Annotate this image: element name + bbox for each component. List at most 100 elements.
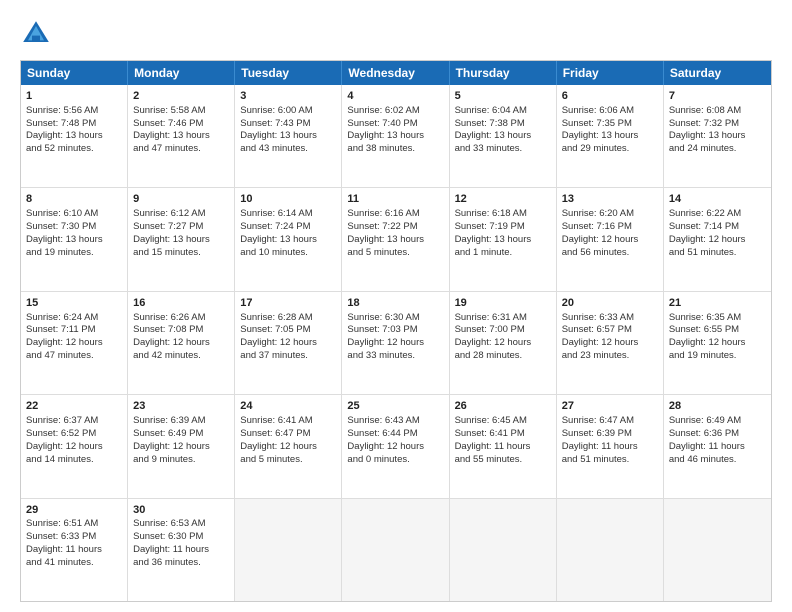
day-info-line: Sunset: 7:38 PM: [455, 118, 551, 131]
day-info-line: Sunrise: 6:39 AM: [133, 415, 229, 428]
day-info-line: and 33 minutes.: [347, 350, 443, 363]
day-3: 3Sunrise: 6:00 AMSunset: 7:43 PMDaylight…: [235, 85, 342, 187]
day-info-line: Sunrise: 5:58 AM: [133, 105, 229, 118]
calendar: SundayMondayTuesdayWednesdayThursdayFrid…: [20, 60, 772, 602]
day-number: 24: [240, 399, 336, 414]
day-number: 16: [133, 296, 229, 311]
day-info-line: Sunset: 7:05 PM: [240, 324, 336, 337]
day-14: 14Sunrise: 6:22 AMSunset: 7:14 PMDayligh…: [664, 188, 771, 290]
day-info-line: Sunset: 6:30 PM: [133, 531, 229, 544]
day-info-line: Sunset: 7:24 PM: [240, 221, 336, 234]
day-29: 29Sunrise: 6:51 AMSunset: 6:33 PMDayligh…: [21, 499, 128, 601]
day-info-line: and 23 minutes.: [562, 350, 658, 363]
day-info-line: Sunset: 7:48 PM: [26, 118, 122, 131]
day-info-line: Sunrise: 6:18 AM: [455, 208, 551, 221]
day-number: 8: [26, 192, 122, 207]
day-info-line: Sunrise: 6:51 AM: [26, 518, 122, 531]
day-number: 15: [26, 296, 122, 311]
day-info-line: Sunrise: 6:30 AM: [347, 312, 443, 325]
day-info-line: Sunset: 6:47 PM: [240, 428, 336, 441]
day-info-line: Sunset: 6:41 PM: [455, 428, 551, 441]
day-number: 21: [669, 296, 766, 311]
day-info-line: Daylight: 11 hours: [455, 441, 551, 454]
day-23: 23Sunrise: 6:39 AMSunset: 6:49 PMDayligh…: [128, 395, 235, 497]
day-info-line: Daylight: 12 hours: [562, 234, 658, 247]
day-info-line: Sunrise: 6:00 AM: [240, 105, 336, 118]
day-18: 18Sunrise: 6:30 AMSunset: 7:03 PMDayligh…: [342, 292, 449, 394]
day-13: 13Sunrise: 6:20 AMSunset: 7:16 PMDayligh…: [557, 188, 664, 290]
day-7: 7Sunrise: 6:08 AMSunset: 7:32 PMDaylight…: [664, 85, 771, 187]
day-info-line: and 38 minutes.: [347, 143, 443, 156]
header-day-monday: Monday: [128, 61, 235, 85]
day-2: 2Sunrise: 5:58 AMSunset: 7:46 PMDaylight…: [128, 85, 235, 187]
day-info-line: Sunset: 6:44 PM: [347, 428, 443, 441]
day-info-line: and 51 minutes.: [562, 454, 658, 467]
day-19: 19Sunrise: 6:31 AMSunset: 7:00 PMDayligh…: [450, 292, 557, 394]
day-20: 20Sunrise: 6:33 AMSunset: 6:57 PMDayligh…: [557, 292, 664, 394]
day-info-line: Sunset: 6:39 PM: [562, 428, 658, 441]
day-info-line: Sunset: 7:35 PM: [562, 118, 658, 131]
day-27: 27Sunrise: 6:47 AMSunset: 6:39 PMDayligh…: [557, 395, 664, 497]
day-info-line: Daylight: 12 hours: [133, 337, 229, 350]
day-number: 26: [455, 399, 551, 414]
day-number: 14: [669, 192, 766, 207]
header-day-friday: Friday: [557, 61, 664, 85]
day-info-line: Sunrise: 6:12 AM: [133, 208, 229, 221]
calendar-header: SundayMondayTuesdayWednesdayThursdayFrid…: [21, 61, 771, 85]
day-info-line: Daylight: 11 hours: [562, 441, 658, 454]
day-number: 27: [562, 399, 658, 414]
day-info-line: Sunrise: 6:26 AM: [133, 312, 229, 325]
page: SundayMondayTuesdayWednesdayThursdayFrid…: [0, 0, 792, 612]
day-info-line: Daylight: 12 hours: [240, 337, 336, 350]
day-info-line: and 55 minutes.: [455, 454, 551, 467]
day-info-line: Sunset: 7:00 PM: [455, 324, 551, 337]
day-22: 22Sunrise: 6:37 AMSunset: 6:52 PMDayligh…: [21, 395, 128, 497]
day-number: 4: [347, 89, 443, 104]
day-number: 10: [240, 192, 336, 207]
day-info-line: Sunset: 6:55 PM: [669, 324, 766, 337]
day-info-line: and 51 minutes.: [669, 247, 766, 260]
day-25: 25Sunrise: 6:43 AMSunset: 6:44 PMDayligh…: [342, 395, 449, 497]
day-info-line: Sunrise: 6:43 AM: [347, 415, 443, 428]
day-info-line: and 29 minutes.: [562, 143, 658, 156]
day-info-line: Sunrise: 6:06 AM: [562, 105, 658, 118]
day-info-line: Daylight: 11 hours: [133, 544, 229, 557]
day-info-line: Sunrise: 6:20 AM: [562, 208, 658, 221]
day-info-line: Daylight: 11 hours: [669, 441, 766, 454]
day-info-line: Sunrise: 6:22 AM: [669, 208, 766, 221]
day-info-line: and 15 minutes.: [133, 247, 229, 260]
day-info-line: Daylight: 12 hours: [669, 337, 766, 350]
day-17: 17Sunrise: 6:28 AMSunset: 7:05 PMDayligh…: [235, 292, 342, 394]
day-info-line: and 19 minutes.: [669, 350, 766, 363]
day-9: 9Sunrise: 6:12 AMSunset: 7:27 PMDaylight…: [128, 188, 235, 290]
day-1: 1Sunrise: 5:56 AMSunset: 7:48 PMDaylight…: [21, 85, 128, 187]
day-info-line: and 5 minutes.: [240, 454, 336, 467]
header-day-saturday: Saturday: [664, 61, 771, 85]
day-info-line: Sunrise: 5:56 AM: [26, 105, 122, 118]
day-info-line: Sunset: 7:40 PM: [347, 118, 443, 131]
day-info-line: and 1 minute.: [455, 247, 551, 260]
day-info-line: and 36 minutes.: [133, 557, 229, 570]
day-info-line: Daylight: 12 hours: [347, 441, 443, 454]
day-number: 18: [347, 296, 443, 311]
day-info-line: and 33 minutes.: [455, 143, 551, 156]
day-info-line: and 28 minutes.: [455, 350, 551, 363]
day-info-line: Daylight: 12 hours: [133, 441, 229, 454]
day-info-line: Daylight: 13 hours: [133, 234, 229, 247]
logo: [20, 18, 56, 50]
day-number: 19: [455, 296, 551, 311]
day-info-line: Daylight: 12 hours: [240, 441, 336, 454]
calendar-row-4: 29Sunrise: 6:51 AMSunset: 6:33 PMDayligh…: [21, 498, 771, 601]
calendar-row-1: 8Sunrise: 6:10 AMSunset: 7:30 PM Daylight…: [21, 187, 771, 290]
day-info-line: Sunset: 6:57 PM: [562, 324, 658, 337]
day-12: 12Sunrise: 6:18 AMSunset: 7:19 PMDayligh…: [450, 188, 557, 290]
day-16: 16Sunrise: 6:26 AMSunset: 7:08 PMDayligh…: [128, 292, 235, 394]
day-info-line: Sunrise: 6:10 AM: [26, 208, 122, 221]
day-info-line: and 24 minutes.: [669, 143, 766, 156]
day-number: 13: [562, 192, 658, 207]
day-info-line: and 52 minutes.: [26, 143, 122, 156]
day-number: 25: [347, 399, 443, 414]
day-info-line: Sunset: 7:30 PM: [26, 221, 122, 234]
day-info-line: Sunset: 7:08 PM: [133, 324, 229, 337]
header-day-sunday: Sunday: [21, 61, 128, 85]
